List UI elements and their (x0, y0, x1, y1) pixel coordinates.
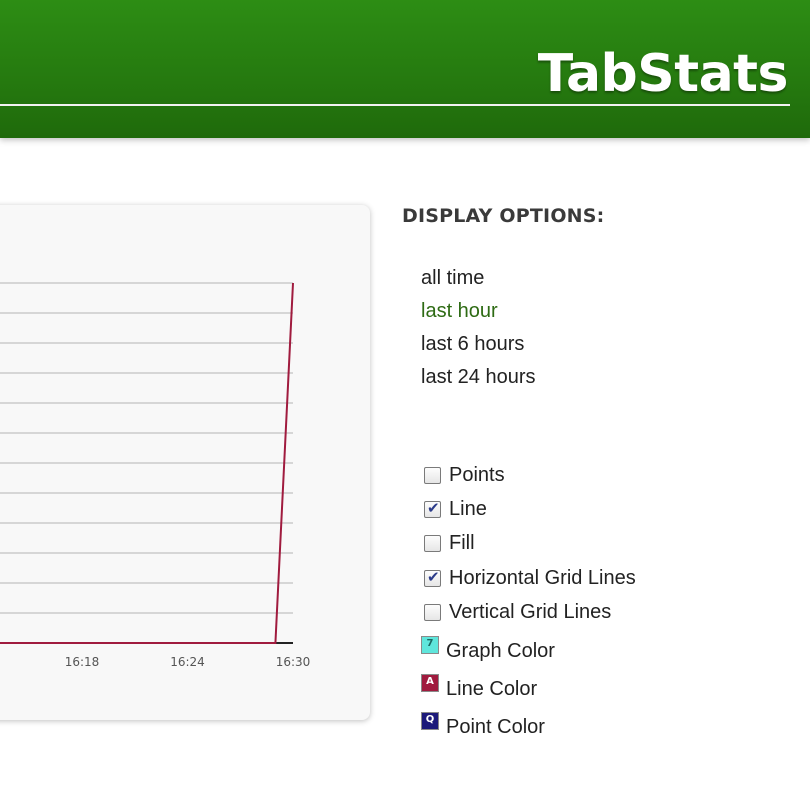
option-points[interactable]: Points (424, 458, 636, 492)
line-label: Line (449, 498, 487, 521)
fill-checkbox[interactable] (424, 535, 441, 553)
range-all-time[interactable]: all time (421, 262, 536, 295)
graph-options: Points ✔ Line Fill ✔ Horizontal Grid Lin… (424, 458, 636, 630)
vertical-grid-label: Vertical Grid Lines (449, 601, 612, 624)
color-options: 7 Graph Color A Line Color Q Point Color (421, 632, 555, 746)
option-vertical-grid[interactable]: Vertical Grid Lines (424, 596, 636, 630)
points-label: Points (449, 463, 505, 486)
point-color-swatch[interactable]: Q (421, 712, 439, 730)
header-divider (0, 104, 790, 106)
chart-panel: 16:18 16:24 16:30 (0, 205, 370, 720)
line-color-option[interactable]: A Line Color (421, 670, 555, 708)
checkmark-icon: ✔ (427, 567, 440, 586)
x-tick-label: 16:30 (276, 655, 311, 669)
display-options-title: DISPLAY OPTIONS: (402, 205, 605, 227)
range-last-24-hours[interactable]: last 24 hours (421, 361, 536, 394)
tab-count-chart: 16:18 16:24 16:30 (0, 282, 311, 669)
vertical-grid-checkbox[interactable] (424, 604, 441, 622)
app-title: TabStats (537, 44, 789, 104)
fill-label: Fill (449, 532, 475, 555)
point-color-option[interactable]: Q Point Color (421, 708, 555, 746)
range-last-hour[interactable]: last hour (421, 295, 536, 328)
x-tick-label: 16:18 (65, 655, 100, 669)
option-fill[interactable]: Fill (424, 527, 636, 561)
x-tick-label: 16:24 (170, 655, 205, 669)
graph-color-option[interactable]: 7 Graph Color (421, 632, 555, 670)
graph-color-label: Graph Color (446, 639, 555, 662)
option-horizontal-grid[interactable]: ✔ Horizontal Grid Lines (424, 561, 636, 595)
line-color-label: Line Color (446, 677, 538, 700)
graph-color-swatch[interactable]: 7 (421, 636, 439, 654)
line-color-swatch[interactable]: A (421, 674, 439, 692)
range-last-6-hours[interactable]: last 6 hours (421, 328, 536, 361)
horizontal-grid-label: Horizontal Grid Lines (449, 566, 636, 589)
points-checkbox[interactable] (424, 466, 441, 484)
point-color-label: Point Color (446, 715, 545, 738)
time-range-list: all time last hour last 6 hours last 24 … (421, 262, 536, 394)
line-checkbox[interactable]: ✔ (424, 499, 441, 519)
horizontal-grid-checkbox[interactable]: ✔ (424, 567, 441, 587)
app-header: TabStats (0, 0, 810, 138)
option-line[interactable]: ✔ Line (424, 492, 636, 526)
checkmark-icon: ✔ (427, 499, 440, 518)
